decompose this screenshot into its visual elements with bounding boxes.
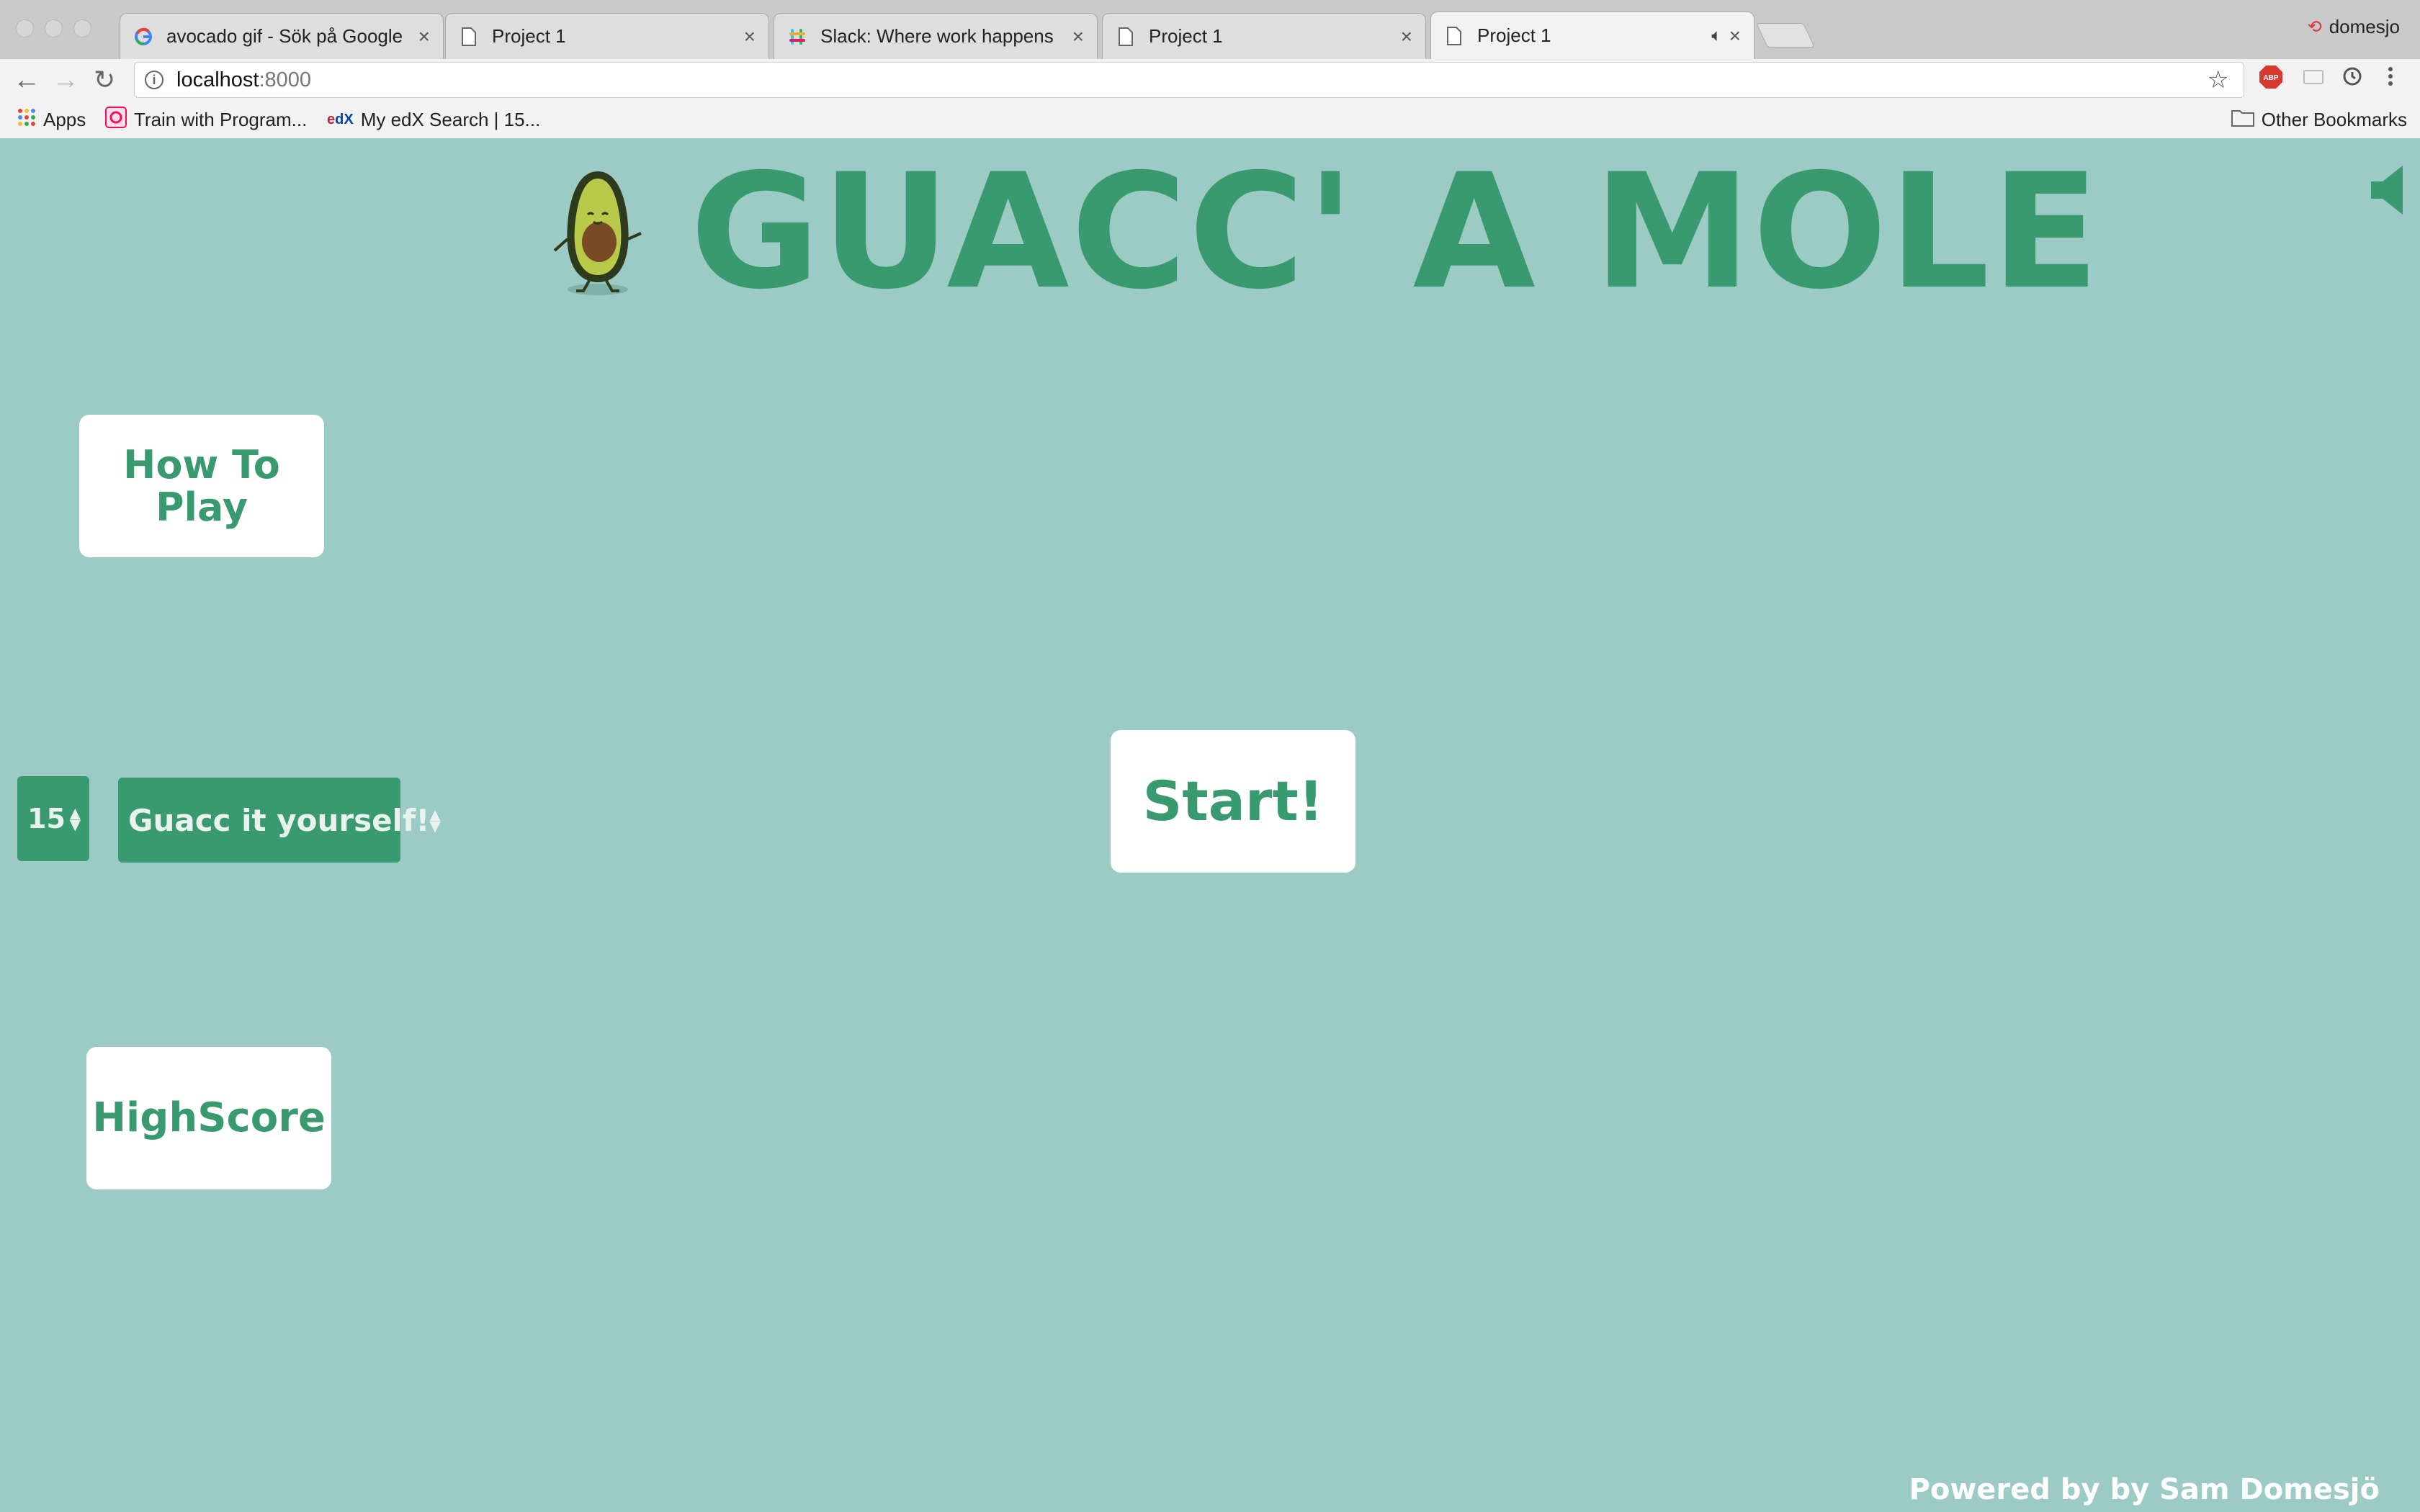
select-arrows-icon: ▲ ▼ xyxy=(69,804,81,833)
mode-select-value: Guacc it yourself! xyxy=(128,802,430,838)
profile-menu[interactable]: ⟲ domesjo xyxy=(2308,16,2400,38)
window-close-button[interactable] xyxy=(16,19,34,37)
bookmark-label: My edX Search | 15... xyxy=(360,108,541,130)
highscore-button[interactable]: HighScore xyxy=(86,1047,331,1189)
sync-paused-icon: ⟲ xyxy=(2307,17,2322,37)
page-icon xyxy=(1444,26,1464,46)
folder-icon xyxy=(2231,108,2254,132)
bookmark-train[interactable]: Train with Program... xyxy=(105,105,307,134)
tab-title: Project 1 xyxy=(1477,24,1551,46)
bookmark-edx[interactable]: edX My edX Search | 15... xyxy=(327,105,540,134)
page-icon xyxy=(1116,27,1136,47)
edx-icon: edX xyxy=(327,111,354,127)
adblock-icon[interactable]: ABP xyxy=(2259,65,2283,93)
tab-close-icon[interactable]: × xyxy=(1401,25,1412,48)
audio-playing-icon[interactable]: 🔈︎ xyxy=(1711,26,1721,46)
bookmark-label: Other Bookmarks xyxy=(2261,108,2407,130)
tab-close-icon[interactable]: × xyxy=(1729,24,1741,48)
profile-name: domesjo xyxy=(2329,16,2400,37)
forward-arrow-icon[interactable]: → xyxy=(52,65,79,96)
page-icon xyxy=(459,27,479,47)
svg-text:ABP: ABP xyxy=(2263,74,2278,82)
time-select[interactable]: 15 ▲ ▼ xyxy=(17,776,89,861)
apps-grid-icon xyxy=(17,108,36,132)
tab-project-1[interactable]: Project 1 × xyxy=(445,13,769,59)
new-tab-button[interactable] xyxy=(1756,23,1815,48)
tab-close-icon[interactable]: × xyxy=(418,25,430,48)
menu-icon[interactable] xyxy=(2385,65,2396,91)
how-to-play-button[interactable]: How To Play xyxy=(79,415,324,557)
slack-icon xyxy=(787,27,807,47)
bookmarks-bar: Apps Train with Program... edX My edX Se… xyxy=(0,105,2420,134)
tab-strip: avocado gif - Sök på Google × Project 1 … xyxy=(0,0,2420,59)
google-icon xyxy=(133,27,153,47)
tab-avocado-search[interactable]: avocado gif - Sök på Google × xyxy=(120,13,444,59)
bookmark-label: Apps xyxy=(43,108,86,130)
sync-icon[interactable] xyxy=(2341,65,2364,91)
address-bar[interactable]: i localhost:8000 ☆ xyxy=(134,62,2244,98)
tab-slack[interactable]: Slack: Where work happens × xyxy=(774,13,1098,59)
tab-project-1-active[interactable]: Project 1 🔈︎ × xyxy=(1430,12,1754,59)
game-title: GUACC' A MOLE xyxy=(690,140,2101,324)
tab-title: Slack: Where work happens xyxy=(820,25,1054,47)
select-arrows-icon: ▲ ▼ xyxy=(429,806,441,834)
footer-credit: Powered by by Sam Domesjö xyxy=(1909,1473,2380,1506)
tab-project-1[interactable]: Project 1 × xyxy=(1102,13,1426,59)
bookmark-star-icon[interactable]: ☆ xyxy=(2208,66,2229,94)
sound-toggle-icon[interactable] xyxy=(2370,163,2406,221)
tab-title: Project 1 xyxy=(1149,25,1223,47)
tab-close-icon[interactable]: × xyxy=(1072,25,1084,48)
bookmark-label: Train with Program... xyxy=(134,108,308,130)
tab-close-icon[interactable]: × xyxy=(744,25,756,48)
bookmark-apps[interactable]: Apps xyxy=(17,105,86,134)
url-host: localhost xyxy=(176,68,259,91)
codecademy-icon xyxy=(105,106,127,133)
window-minimize-button[interactable] xyxy=(45,19,63,37)
start-button[interactable]: Start! xyxy=(1111,730,1355,873)
reload-icon[interactable]: ↻ xyxy=(94,65,115,95)
cast-icon[interactable] xyxy=(2302,65,2325,91)
time-select-value: 15 xyxy=(27,803,66,834)
url-port: :8000 xyxy=(259,68,312,91)
tab-title: Project 1 xyxy=(492,25,566,47)
mode-select[interactable]: Guacc it yourself! ▲ ▼ xyxy=(118,778,441,863)
bookmark-other[interactable]: Other Bookmarks xyxy=(2231,105,2407,134)
avocado-mascot-icon xyxy=(547,167,648,300)
window-zoom-button[interactable] xyxy=(73,19,91,37)
tab-title: avocado gif - Sök på Google xyxy=(166,25,403,47)
game-page: GUACC' A MOLE How To Play 15 ▲ ▼ Guacc it… xyxy=(0,138,2420,1512)
back-arrow-icon[interactable]: ← xyxy=(13,65,40,96)
info-icon[interactable]: i xyxy=(145,71,163,89)
